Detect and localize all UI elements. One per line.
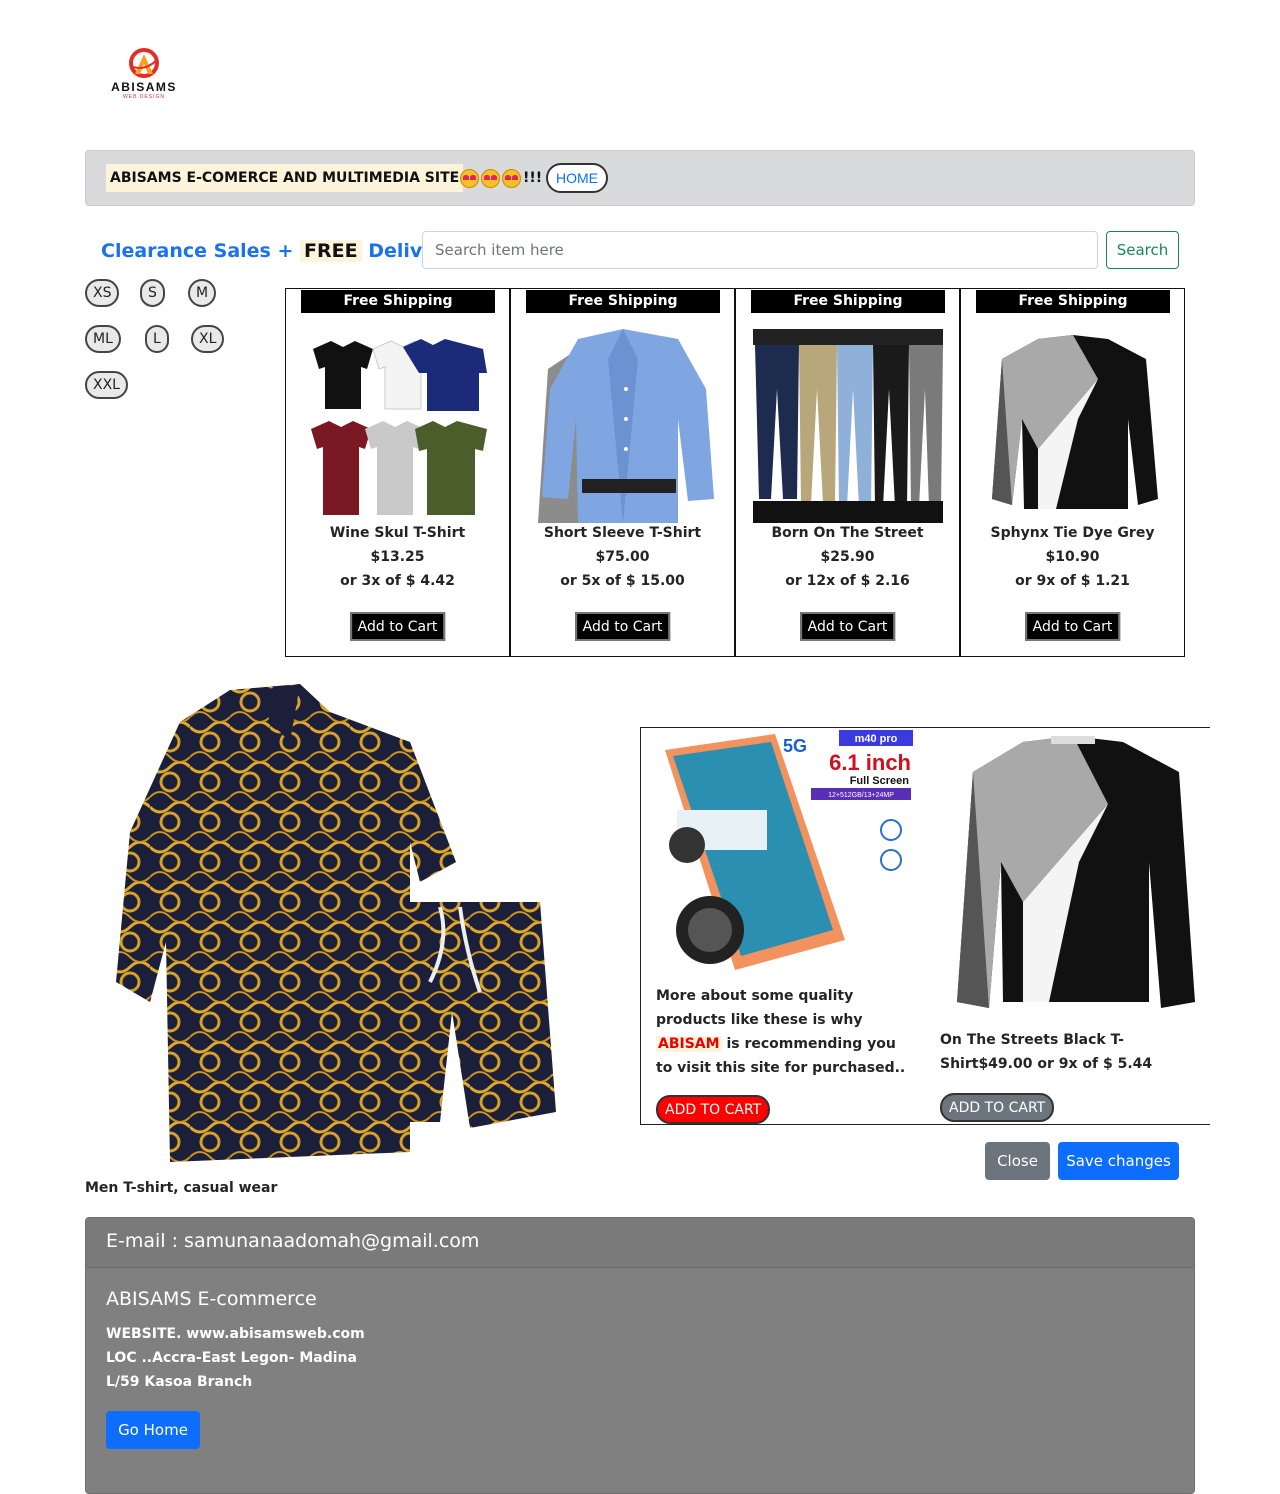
- free-shipping-tag: Free Shipping: [976, 290, 1170, 313]
- product-card: Free Shipping Wine Skul T-Shirt $13.25 o…: [285, 288, 510, 657]
- site-title: ABISAMS E-COMERCE AND MULTIMEDIA SITE: [106, 164, 464, 192]
- product-installment: or 5x of $ 15.00: [560, 573, 685, 589]
- size-chip-xxl[interactable]: XXL: [85, 371, 128, 399]
- site-logo[interactable]: ABISAMS WEB DESIGN: [104, 46, 184, 106]
- product-image-trousers[interactable]: [753, 329, 943, 523]
- footer-location: LOC ..Accra-East Legon- Madina: [106, 1350, 357, 1366]
- exclaim-text: !!!: [523, 170, 543, 186]
- product-image-sweater-large[interactable]: [943, 732, 1205, 1028]
- product-installment: or 3x of $ 4.42: [340, 573, 455, 589]
- product-price: $75.00: [595, 549, 650, 565]
- size-chip-l[interactable]: L: [145, 325, 169, 353]
- footer-title: ABISAMS E-commerce: [106, 1288, 317, 1310]
- product-price: $10.90: [1045, 549, 1100, 565]
- product-price: $13.25: [370, 549, 425, 565]
- home-button[interactable]: HOME: [546, 163, 608, 193]
- footer-header: E-mail : samunanaadomah@gmail.com: [86, 1218, 1194, 1268]
- add-to-cart-button[interactable]: Add to Cart: [799, 612, 896, 641]
- size-chip-xs[interactable]: XS: [85, 279, 120, 307]
- feature-image-shirt-shorts[interactable]: [110, 682, 558, 1172]
- product-card: Free Shipping Sphynx Tie Dye Grey $10.90…: [960, 288, 1185, 657]
- product-name[interactable]: Wine Skul T-Shirt: [286, 525, 509, 541]
- logo-tagline: WEB DESIGN: [123, 94, 165, 100]
- phone-memory-text: 12+512GB/13+24MP: [828, 792, 894, 799]
- logo-mark-icon: [129, 48, 159, 78]
- product-image-sweater[interactable]: [978, 329, 1168, 523]
- desc-before: More about some quality products like th…: [656, 988, 863, 1028]
- heart-eyes-emoji-icon: [502, 168, 521, 188]
- add-to-cart-button[interactable]: Add to Cart: [574, 612, 671, 641]
- phone-screen-text: Full Screen: [850, 775, 910, 787]
- go-home-button[interactable]: Go Home: [106, 1411, 200, 1449]
- top-navbar: ABISAMS E-COMERCE AND MULTIMEDIA SITE !!…: [85, 150, 1195, 206]
- size-chip-m[interactable]: M: [188, 279, 217, 307]
- search-input[interactable]: [422, 231, 1098, 269]
- footer-card: E-mail : samunanaadomah@gmail.com ABISAM…: [85, 1217, 1195, 1494]
- product-name[interactable]: Sphynx Tie Dye Grey: [961, 525, 1184, 541]
- heart-eyes-emoji-icon: [481, 168, 500, 188]
- phone-size-text: 6.1 inch: [829, 750, 911, 775]
- free-shipping-tag: Free Shipping: [526, 290, 720, 313]
- product-card: Free Shipping Born On The Street $25.90 …: [735, 288, 960, 657]
- feature-caption: Men T-shirt, casual wear: [85, 1180, 278, 1196]
- free-shipping-tag: Free Shipping: [301, 290, 495, 313]
- add-to-cart-button[interactable]: Add to Cart: [349, 612, 446, 641]
- product-price: $25.90: [820, 549, 875, 565]
- product-installment: or 12x of $ 2.16: [785, 573, 910, 589]
- add-to-cart-grey-button[interactable]: ADD TO CART: [940, 1093, 1055, 1122]
- phone-network-text: 5G: [783, 736, 807, 756]
- product-image-tshirts[interactable]: [303, 329, 493, 523]
- footer-website: WEBSITE. www.abisamsweb.com: [106, 1326, 365, 1342]
- footer-branch: L/59 Kasoa Branch: [106, 1374, 253, 1390]
- footer-email: E-mail : samunanaadomah@gmail.com: [106, 1230, 480, 1252]
- heart-eyes-emoji-icon: [460, 168, 479, 188]
- desc-brand: ABISAM: [656, 1036, 722, 1052]
- size-chip-ml[interactable]: ML: [85, 325, 121, 353]
- search-button[interactable]: Search: [1106, 231, 1179, 269]
- promo-carousel: m40 pro 5G 6.1 inch Full Screen 12+512GB…: [640, 727, 1210, 1125]
- sweater-description[interactable]: On The Streets Black T-Shirt$49.00 or 9x…: [940, 1028, 1170, 1076]
- phone-badge-text: m40 pro: [855, 733, 898, 745]
- size-chip-s[interactable]: S: [140, 279, 165, 307]
- product-image-phone[interactable]: m40 pro 5G 6.1 inch Full Screen 12+512GB…: [655, 730, 913, 982]
- promo-free: FREE: [300, 240, 362, 262]
- add-to-cart-button[interactable]: Add to Cart: [1024, 612, 1121, 641]
- free-shipping-tag: Free Shipping: [751, 290, 945, 313]
- add-to-cart-red-button[interactable]: ADD TO CART: [656, 1095, 771, 1124]
- product-name[interactable]: Born On The Street: [736, 525, 959, 541]
- product-name[interactable]: Short Sleeve T-Shirt: [511, 525, 734, 541]
- promo-part1: Clearance Sales +: [101, 240, 301, 262]
- product-image-shirt[interactable]: [528, 329, 718, 523]
- carousel-description: More about some quality products like th…: [656, 984, 916, 1080]
- save-changes-button[interactable]: Save changes: [1058, 1142, 1179, 1180]
- logo-name: ABISAMS: [111, 80, 177, 94]
- size-chip-xl[interactable]: XL: [191, 325, 225, 353]
- close-button[interactable]: Close: [985, 1142, 1050, 1180]
- emoji-group: !!!: [460, 164, 542, 192]
- product-installment: or 9x of $ 1.21: [1015, 573, 1130, 589]
- promo-heading: Clearance Sales + FREE Delivery: [101, 233, 457, 269]
- product-card: Free Shipping Short Sleeve T-Shirt $75.0…: [510, 288, 735, 657]
